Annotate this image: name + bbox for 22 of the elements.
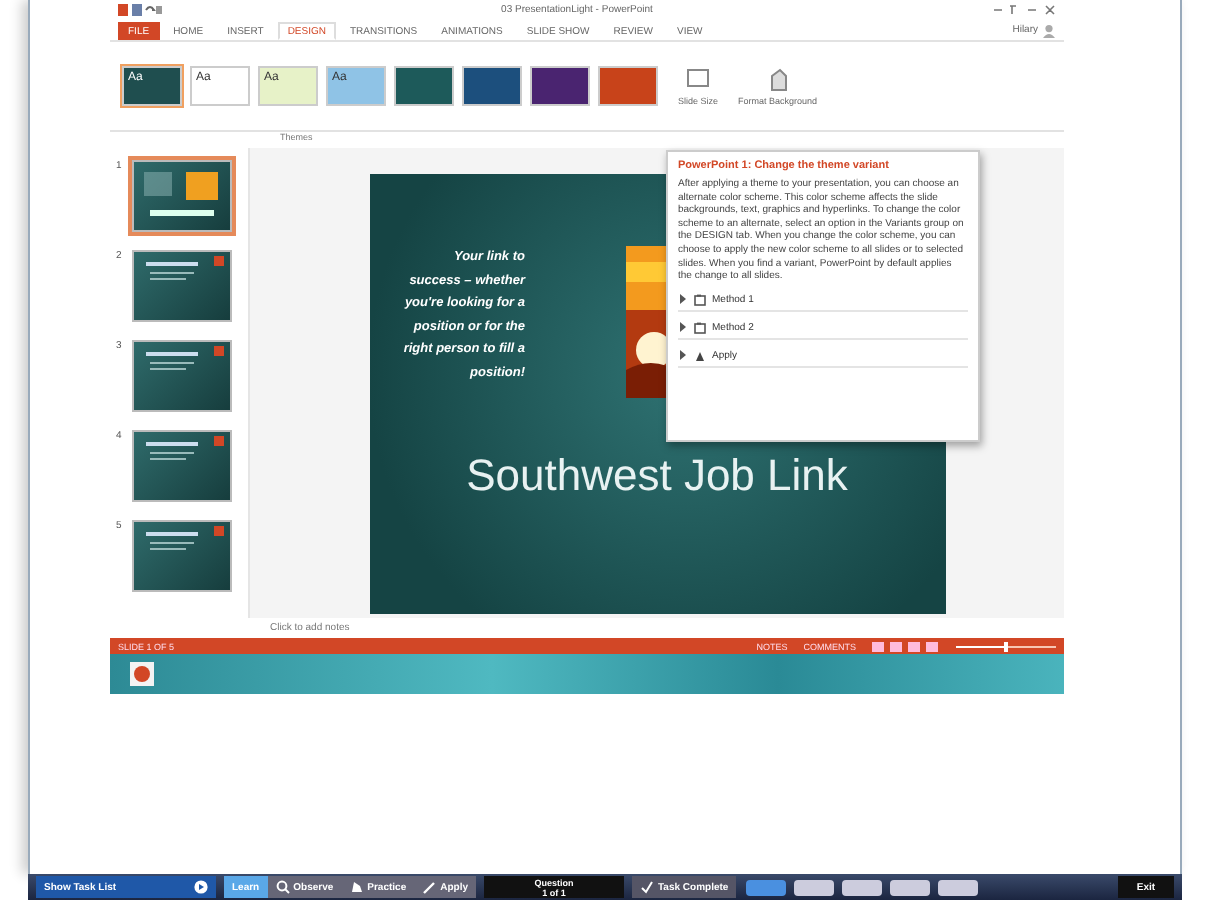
theme-thumbnail[interactable]	[530, 66, 590, 106]
clipboard-icon	[694, 321, 706, 334]
theme-thumbnail[interactable]	[394, 66, 454, 106]
check-icon	[640, 880, 654, 894]
slide-icon	[686, 67, 710, 91]
slide-thumbnail[interactable]	[132, 520, 232, 592]
theme-thumbnail[interactable]	[598, 66, 658, 106]
theme-thumbnail[interactable]	[462, 66, 522, 106]
play-icon	[194, 880, 208, 894]
view-buttons-icon[interactable]	[872, 641, 940, 651]
window-controls-icon[interactable]	[992, 4, 1056, 16]
slide-thumbnail[interactable]	[132, 430, 232, 502]
user-avatar-icon	[1042, 23, 1056, 37]
slide-title: Southwest Job Link	[466, 450, 848, 502]
quick-access-icons[interactable]	[118, 4, 162, 16]
slide-thumbnail[interactable]	[132, 250, 232, 322]
powerpoint-taskbar-icon[interactable]	[130, 662, 154, 686]
navigation-buttons-icon[interactable]	[744, 877, 981, 897]
search-icon	[275, 880, 290, 894]
slide-thumbnail[interactable]	[132, 160, 232, 232]
slide-thumbnail[interactable]	[132, 340, 232, 412]
clipboard-icon	[694, 293, 706, 306]
